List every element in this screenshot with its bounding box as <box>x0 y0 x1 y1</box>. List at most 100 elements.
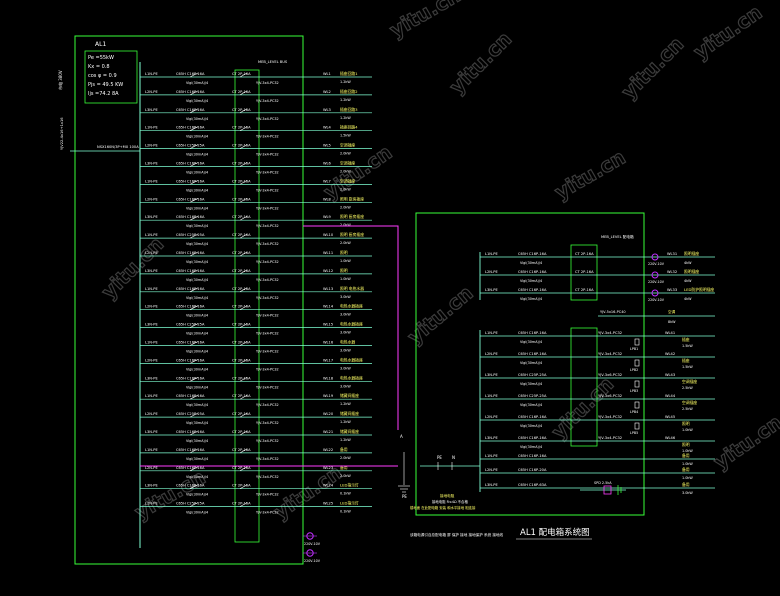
cable-label: YJV-3x4-PC32 <box>256 493 279 497</box>
load-label: 照明插座 <box>684 251 699 256</box>
power-label: 1.5kW <box>682 365 693 369</box>
phase-label: L2N-PE <box>145 412 158 416</box>
phase-label: L1N-PE <box>485 331 498 335</box>
circuit-label: WL11 <box>323 251 333 255</box>
contactor-label: CT 2P-16A <box>232 233 251 237</box>
contactor-label: CT 2P-16A <box>232 430 251 434</box>
phase-label: L3N-PE <box>485 483 498 487</box>
power-label: 1.0kW <box>682 476 693 480</box>
phase-label: L3N-PE <box>145 269 158 273</box>
power-label: 1.0kW <box>682 462 693 466</box>
power-label: 3.0kW <box>340 384 351 388</box>
circuit-label: WL13 <box>323 287 333 291</box>
watermark-text: yitu.cn <box>709 410 780 474</box>
right-spare-row: L1N-PE C65H C16P-16A 备用 1.0kW <box>480 453 715 466</box>
rcd-label: Vigi(30mA)/4 <box>186 475 208 479</box>
watermark-text: yitu.cn <box>551 145 630 204</box>
cable-label: YJV-3x4-PC32 <box>256 367 279 371</box>
circuit-label: WL31 <box>667 252 677 256</box>
load-label: LED指示灯 <box>340 501 359 506</box>
rcd-label: Vigi(30mA)/4 <box>186 296 208 300</box>
phase-label: L3N-PE <box>145 323 158 327</box>
power-label: 2.5kW <box>682 386 693 390</box>
contactor-label: CT 2P-16A <box>232 197 251 201</box>
power-label: 3.0kW <box>340 366 351 370</box>
power-label: 2.0kW <box>340 187 351 191</box>
phase-label: L2N-PE <box>145 144 158 148</box>
load-label: 电热水器插座 <box>340 375 363 380</box>
rcd-label: Vigi(30mA)/4 <box>186 224 208 228</box>
load-label: 插座回路1 <box>340 71 358 76</box>
right-spare-rows: L1N-PE C65H C16P-16A 备用1.0kWL2N-PE C65H C16… <box>480 453 715 495</box>
pe-bottom-label: PE <box>402 494 407 499</box>
ground-label: A <box>400 434 403 439</box>
contactor-label: CT 2P-16A <box>232 484 251 488</box>
power-label: 1.2kW <box>340 116 351 120</box>
right-feeder-note: YJV-5x16-PC40 <box>600 310 626 314</box>
circuit-label: WL15 <box>323 323 333 327</box>
cable-label: YJV-3x4-PC32 <box>256 314 279 318</box>
breaker-label: C65H C16P-16A <box>176 72 205 76</box>
circuit-label: WL7 <box>323 179 331 183</box>
load-label: 插座回路4 <box>340 125 358 130</box>
note-title: 接地电阻 <box>440 493 455 498</box>
circuit-label: WL1 <box>323 72 331 76</box>
meter-label: 220V-10V <box>648 262 665 266</box>
circuit-label: WL46 <box>665 436 676 440</box>
bottom-note: 该箱电源引自总配电箱 屏 保护 接地 接地保护 系统 接地线 <box>410 532 504 537</box>
load-label: 插座回路3 <box>340 107 358 112</box>
power-label: 2.5kW <box>682 407 693 411</box>
left-branch-row: L1N-PE C65H C16P-16A Vigi(30mA)/4 CT 2P-16A… <box>140 393 372 407</box>
power-label: 3.0kW <box>682 491 693 495</box>
circuit-label: WL17 <box>323 358 333 362</box>
phase-label: L1N-PE <box>485 394 498 398</box>
left-branch-row: L1N-PE C65H C16P-16A Vigi(30mA)/4 CT 2P-16A… <box>140 125 372 139</box>
breaker-label: C65H C16P-16A <box>176 430 205 434</box>
power-label: 0.1kW <box>340 492 351 496</box>
meter-box <box>634 359 640 367</box>
circuit-label: WL33 <box>667 288 677 292</box>
right-lower-row: L2N-PE C65H C16P-16A Vigi(30mA)/4 YJV-3x4-P… <box>480 415 715 435</box>
breaker-label: C65H C16P-16A <box>176 197 205 201</box>
left-panel-params: Pe =55kW Kx = 0.8 cos φ = 0.9 Pjs = 49.5 KW… <box>88 55 123 97</box>
breaker-label: C65H C25P-25A <box>176 412 205 416</box>
right-upper-row: L3N-PE C65H C16P-16A Vigi(30mA)/4 CT 2P-16A… <box>480 287 715 302</box>
circuit-label: WL16 <box>323 341 334 345</box>
power-label: 2.0kW <box>340 205 351 209</box>
cable-label: YJV-3x4-PC32 <box>256 171 279 175</box>
breaker-label: C65H C16P-16A <box>518 270 547 274</box>
breaker-label: C65H C16P-16A <box>518 436 547 440</box>
incoming-cable-label: YJV22-4x16+1x16 <box>60 117 64 150</box>
power-label: 1.2kW <box>340 98 351 102</box>
cable-label: YJV-3x4-PC32 <box>256 242 279 246</box>
contactor-label: CT 2P-16A <box>232 358 251 362</box>
load-label: LED防护照明插座 <box>684 287 714 292</box>
breaker-label: C65H C16P-16A <box>176 358 205 362</box>
load-label: 照明 <box>682 421 690 426</box>
circuit-label: WL9 <box>323 215 332 219</box>
contactor-label: CT 2P-16A <box>575 252 594 256</box>
breaker-label: C65H C16P-16A <box>176 108 205 112</box>
left-branch-row: L3N-PE C65H C16P-16A Vigi(30mA)/4 CT 2P-16A… <box>140 429 372 443</box>
incoming-breaker-label: NSX160N/3P+MX 100A <box>97 145 139 149</box>
rcd-label: Vigi(30mA)/4 <box>186 278 208 282</box>
power-label: 2.0kW <box>340 152 351 156</box>
left-branch-row: L1N-PE C65H C16P-16A Vigi(30mA)/4 CT 2P-16A… <box>140 447 372 461</box>
contactor-label: CT 2P-16A <box>232 108 251 112</box>
power-label: 4kW <box>684 279 692 283</box>
watermark-text: yitu.cn <box>547 372 619 444</box>
cable-label: YJV-3x4-PC32 <box>598 415 622 419</box>
watermark-text: yitu.cn <box>97 232 169 304</box>
wiring-diagram: yitu.cnyitu.cn yitu.cnyitu.cnyitu.cnyitu.… <box>57 0 780 565</box>
contactor-label: CT 2P-16A <box>232 162 251 166</box>
meter-label: 220V-10V <box>648 298 665 302</box>
note-line-1: 接地电阻 R≤4Ω 不合格 <box>432 499 468 504</box>
circuit-label: WL2 <box>323 90 331 94</box>
left-branch-row: L2N-PE C65H C25P-25A Vigi(30mA)/4 CT 2P-16A… <box>140 143 372 157</box>
load-label: 储藏间插座 <box>340 429 359 434</box>
cable-label: YJV-3x4-PC32 <box>256 278 279 282</box>
power-label: 1.2kW <box>340 80 351 84</box>
right-top-label: MEB_LEVEL 配电箱 <box>601 234 634 239</box>
rcd-label: Vigi(30mA)/4 <box>520 340 542 344</box>
power-label: 1.2kW <box>340 420 351 424</box>
